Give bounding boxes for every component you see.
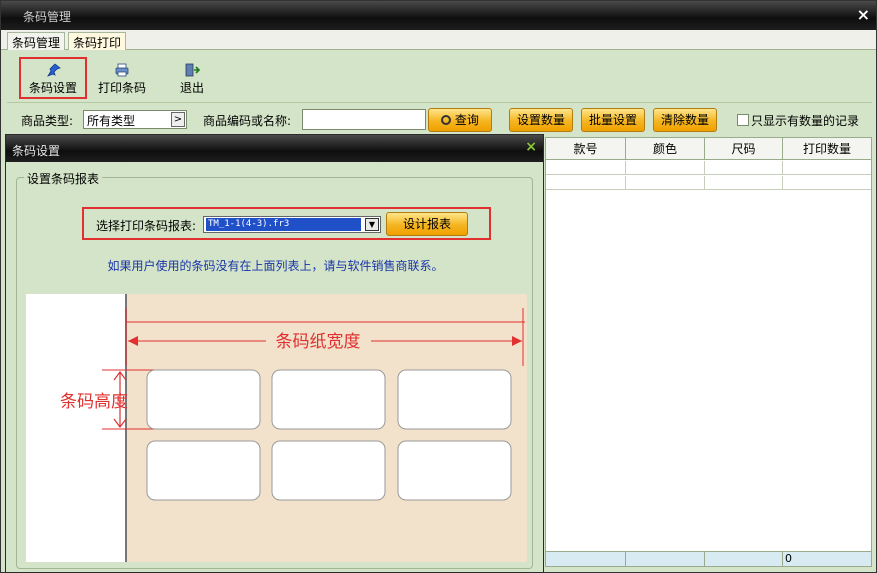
label-height-label: 条码高度 (60, 392, 128, 412)
product-type-value: 所有类型 (87, 114, 136, 128)
product-code-label: 商品编码或名称: (203, 114, 292, 128)
tab-barcode-print[interactable]: 条码打印 (68, 32, 127, 50)
window-titlebar: 条码管理 × (1, 1, 876, 30)
set-quantity-button[interactable]: 设置数量 (509, 108, 573, 132)
close-icon[interactable]: × (857, 5, 870, 24)
report-picker-box: 选择打印条码报表: TM_1-1(4-3).fr3 ▼ 设计报表 (82, 207, 491, 240)
barcode-label (271, 440, 386, 501)
print-barcode-label: 打印条码 (97, 81, 146, 95)
contact-vendor-hint: 如果用户使用的条码没有在上面列表上，请与软件销售商联系。 (107, 259, 444, 273)
barcode-label (271, 369, 386, 430)
query-label: 查询 (454, 113, 479, 127)
product-code-input[interactable] (302, 109, 426, 130)
barcode-paper-illustration: 条码纸宽度 条码高度 (26, 294, 527, 562)
column-style-no[interactable]: 款号 (546, 138, 626, 160)
barcode-label (146, 440, 261, 501)
column-size[interactable]: 尺码 (705, 138, 783, 160)
tab-barcode-management[interactable]: 条码管理 (7, 32, 66, 50)
column-color[interactable]: 颜色 (626, 138, 705, 160)
report-select[interactable]: TM_1-1(4-3).fr3 ▼ (203, 216, 381, 233)
barcode-settings-dialog: 条码设置 × 设置条码报表 选择打印条码报表: TM_1-1(4-3).fr3 … (5, 134, 544, 573)
table-row[interactable] (546, 176, 871, 190)
only-with-qty-checkbox[interactable] (737, 114, 749, 126)
barcode-settings-button[interactable]: 条码设置 (19, 57, 87, 99)
print-barcode-button[interactable]: 打印条码 (91, 57, 153, 99)
dialog-title: 条码设置 (12, 144, 61, 158)
paper-width-label: 条码纸宽度 (276, 332, 361, 352)
exit-door-icon (185, 63, 201, 77)
search-icon (441, 115, 452, 125)
chevron-right-icon[interactable]: > (171, 112, 185, 127)
column-print-qty[interactable]: 打印数量 (783, 138, 871, 160)
exit-label: 退出 (179, 81, 204, 95)
clear-quantity-button[interactable]: 清除数量 (653, 108, 717, 132)
only-with-qty-label: 只显示有数量的记录 (751, 114, 860, 128)
batch-settings-button[interactable]: 批量设置 (581, 108, 645, 132)
table-header: 款号 颜色 尺码 打印数量 (546, 138, 871, 160)
dialog-titlebar: 条码设置 × (6, 135, 543, 162)
chevron-down-icon[interactable]: ▼ (365, 218, 379, 231)
filter-bar: 商品类型: 所有类型 > 商品编码或名称: 查询 设置数量 批量设置 清除数量 … (7, 102, 872, 134)
exit-button[interactable]: 退出 (167, 57, 217, 99)
pin-icon (47, 63, 61, 77)
tab-bar: 条码管理 条码打印 (1, 30, 876, 50)
report-select-value: TM_1-1(4-3).fr3 (205, 217, 362, 232)
report-picker-label: 选择打印条码报表: (96, 219, 197, 233)
table-row[interactable] (546, 161, 871, 175)
table-footer: 0 (546, 551, 871, 567)
printer-icon (115, 63, 129, 77)
barcode-label (397, 369, 512, 430)
barcode-settings-label: 条码设置 (28, 81, 77, 95)
report-settings-group-label: 设置条码报表 (24, 170, 103, 187)
product-type-label: 商品类型: (21, 114, 74, 128)
barcode-table: 款号 颜色 尺码 打印数量 0 (545, 137, 872, 567)
barcode-label (397, 440, 512, 501)
toolbar: 条码设置 打印条码 退出 (7, 51, 872, 101)
barcode-label (146, 369, 261, 430)
product-type-select[interactable]: 所有类型 > (83, 110, 187, 129)
design-report-button[interactable]: 设计报表 (386, 212, 468, 236)
window-title: 条码管理 (23, 10, 72, 24)
query-button[interactable]: 查询 (428, 108, 492, 132)
total-print-qty: 0 (785, 552, 792, 565)
dialog-close-icon[interactable]: × (525, 139, 537, 155)
